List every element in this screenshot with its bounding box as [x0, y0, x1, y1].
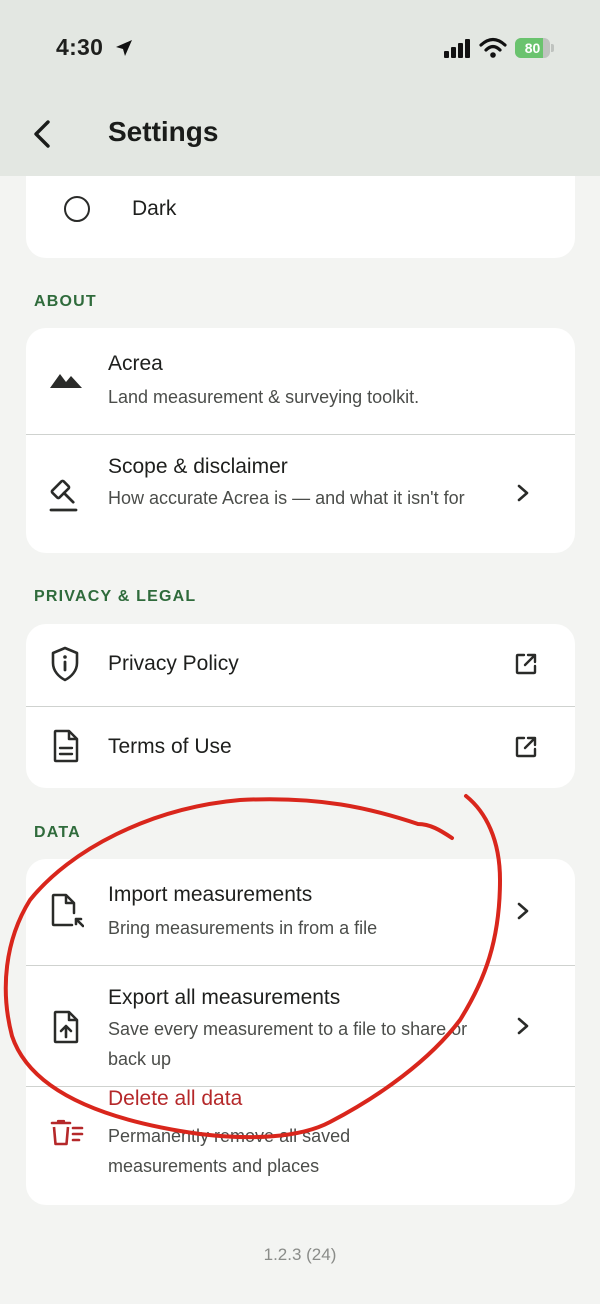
section-label-privacy-legal: PRIVACY & LEGAL: [34, 588, 197, 605]
back-button[interactable]: [26, 112, 62, 156]
file-import-icon: [51, 893, 84, 928]
appearance-card: Dark: [26, 176, 575, 258]
chevron-left-icon: [34, 120, 50, 148]
shield-info-icon: [51, 646, 79, 682]
export-measurements-title: Export all measurements: [108, 986, 341, 1009]
chevron-right-icon: [517, 484, 529, 502]
import-measurements-subtitle: Bring measurements in from a file: [108, 918, 378, 938]
terms-of-use-row[interactable]: Terms of Use: [26, 707, 575, 788]
file-export-icon: [53, 1010, 79, 1044]
import-measurements-title: Import measurements: [108, 883, 313, 906]
data-card: Import measurements Bring measurements i…: [26, 859, 575, 1205]
about-card: Acrea Land measurement & surveying toolk…: [26, 328, 575, 553]
app-version: 1.2.3 (24): [263, 1245, 337, 1264]
privacy-legal-card: Privacy Policy Terms of Use: [26, 624, 575, 788]
about-app-title: Acrea: [108, 352, 163, 375]
delete-all-data-subtitle: Permanently remove all saved measurement…: [108, 1126, 351, 1176]
cellular-signal-icon: [444, 39, 470, 58]
top-bar: 4:30 80 Settings: [0, 0, 600, 176]
delete-all-data-row[interactable]: Delete all data Permanently remove all s…: [26, 1087, 575, 1205]
about-app-subtitle: Land measurement & surveying toolkit.: [108, 387, 420, 407]
export-measurements-row[interactable]: Export all measurements Save every measu…: [26, 966, 575, 1086]
scope-disclaimer-row[interactable]: Scope & disclaimer How accurate Acrea is…: [26, 435, 575, 553]
gavel-icon: [49, 479, 78, 512]
section-label-about: ABOUT: [34, 293, 97, 310]
about-app-row: Acrea Land measurement & surveying toolk…: [26, 328, 575, 434]
external-link-icon: [515, 653, 537, 675]
privacy-policy-row[interactable]: Privacy Policy: [26, 624, 575, 705]
location-arrow-icon: [116, 40, 132, 56]
mountains-icon: [50, 374, 82, 388]
privacy-policy-title: Privacy Policy: [108, 652, 239, 675]
battery-icon: 80: [515, 38, 554, 58]
section-label-data: DATA: [34, 824, 81, 841]
export-measurements-subtitle: Save every measurement to a file to shar…: [108, 1019, 468, 1069]
delete-all-data-title: Delete all data: [108, 1087, 243, 1110]
theme-option-dark[interactable]: Dark: [26, 176, 575, 258]
import-measurements-row[interactable]: Import measurements Bring measurements i…: [26, 859, 575, 965]
terms-of-use-title: Terms of Use: [108, 735, 232, 758]
chevron-right-icon: [517, 1017, 529, 1035]
page-title: Settings: [108, 116, 219, 147]
settings-list[interactable]: Dark ABOUT Acrea Land measurement & surv…: [0, 176, 600, 1304]
wifi-icon: [479, 37, 507, 58]
chevron-right-icon: [517, 902, 529, 920]
status-time: 4:30: [56, 34, 104, 60]
document-icon: [53, 729, 79, 763]
external-link-icon: [515, 736, 537, 758]
scope-disclaimer-title: Scope & disclaimer: [108, 455, 288, 478]
scope-disclaimer-subtitle: How accurate Acrea is — and what it isn'…: [108, 488, 465, 508]
theme-option-label: Dark: [132, 197, 177, 220]
trash-list-icon: [50, 1119, 84, 1146]
battery-level: 80: [524, 40, 541, 56]
radio-unselected-icon[interactable]: [64, 196, 90, 222]
status-bar: 4:30 80: [0, 0, 600, 96]
